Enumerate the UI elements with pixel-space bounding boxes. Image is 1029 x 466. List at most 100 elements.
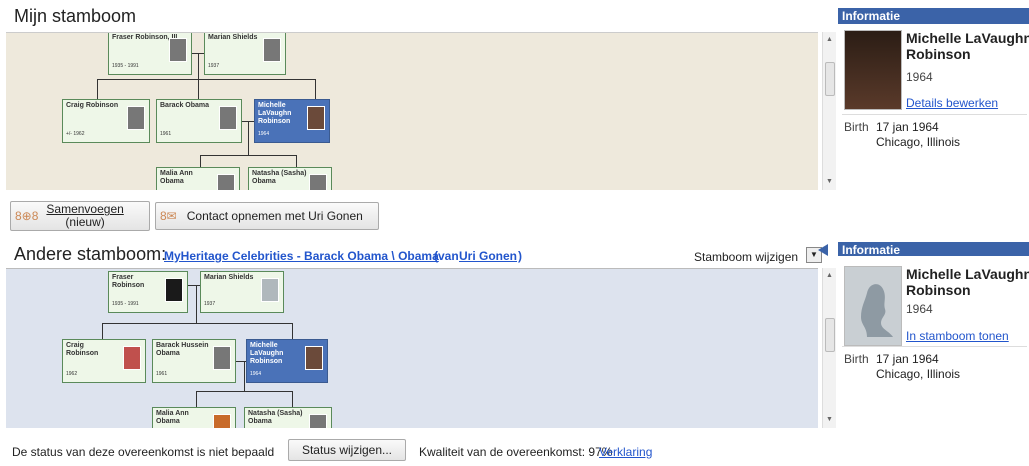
- my-tree-canvas[interactable]: Fraser Robinson, III 1935 - 1991 Marian …: [6, 32, 818, 190]
- contact-label: Contact opnemen met Uri Gonen: [186, 209, 363, 223]
- person-dates: 1961: [156, 371, 168, 377]
- bottom-info-scrollbar[interactable]: ▲ ▼: [822, 268, 836, 428]
- person-dates: 1964: [258, 131, 270, 137]
- person-name: Malia Ann Obama: [160, 170, 193, 185]
- person-dates: 1937: [208, 63, 220, 69]
- info-photo-placeholder: [844, 266, 902, 346]
- contact-icon: 8✉: [160, 209, 177, 223]
- change-status-button[interactable]: Status wijzigen...: [288, 439, 406, 461]
- info-header: Informatie: [838, 242, 1029, 257]
- tree-connector: [196, 285, 197, 323]
- birth-date: 17 jan 1964: [876, 120, 939, 134]
- top-info-panel: Informatie Michelle LaVaughn Robinson 19…: [838, 8, 1029, 190]
- tree-connector: [315, 79, 316, 99]
- person-name: Natasha (Sasha) Obama: [252, 170, 307, 185]
- person-photo: [213, 414, 231, 428]
- van-open: (van: [434, 249, 459, 263]
- tree-connector: [248, 121, 249, 155]
- tree-connector: [97, 79, 98, 99]
- scroll-down-icon[interactable]: ▼: [826, 416, 833, 423]
- person-photo: [127, 106, 145, 130]
- person-card[interactable]: Malia Ann Obama: [156, 167, 240, 190]
- person-photo: [217, 174, 235, 190]
- person-card-selected[interactable]: Michelle LaVaughn Robinson 1964: [254, 99, 330, 143]
- change-tree-label[interactable]: Stamboom wijzigen: [694, 250, 798, 264]
- person-card[interactable]: Malia Ann Obama: [152, 407, 236, 428]
- person-dates: 1962: [66, 371, 78, 377]
- status-text: De status van deze overeenkomst is niet …: [12, 445, 275, 459]
- tree-connector: [102, 323, 292, 324]
- person-photo: [219, 106, 237, 130]
- scroll-up-icon[interactable]: ▲: [826, 36, 833, 43]
- person-photo: [305, 346, 323, 370]
- van-close: ): [518, 249, 522, 263]
- person-name: Michelle LaVaughn Robinson: [250, 342, 284, 365]
- merge-label-line2: (nieuw): [65, 215, 105, 229]
- merge-button[interactable]: 8⊕8 Samenvoegen (nieuw): [10, 201, 150, 231]
- person-card[interactable]: Fraser Robinson 1935 - 1991: [108, 271, 188, 313]
- info-name: Michelle LaVaughn Robinson: [906, 30, 1029, 62]
- person-photo: [263, 38, 281, 62]
- person-name: Craig Robinson: [66, 342, 99, 357]
- other-tree-title: Andere stamboom:: [14, 244, 167, 264]
- person-dates: 1935 - 1991: [112, 63, 139, 69]
- owner-link[interactable]: Uri Gonen: [459, 249, 517, 263]
- person-photo: [309, 174, 327, 190]
- person-card[interactable]: Natasha (Sasha) Obama: [248, 167, 332, 190]
- tree-connector: [296, 155, 297, 167]
- info-photo: [844, 30, 902, 110]
- scroll-up-icon[interactable]: ▲: [826, 272, 833, 279]
- merge-icon: 8⊕8: [15, 209, 39, 223]
- info-header: Informatie: [838, 8, 1029, 24]
- person-photo: [309, 414, 327, 428]
- person-dates: 1964: [250, 371, 262, 377]
- birth-label: Birth: [844, 352, 869, 366]
- tree-connector: [292, 323, 293, 339]
- person-card[interactable]: Craig Robinson 1962: [62, 339, 146, 383]
- person-name: Barack Hussein Obama: [156, 342, 209, 357]
- my-tree-title: Mijn stamboom: [14, 6, 137, 26]
- person-card[interactable]: Fraser Robinson, III 1935 - 1991: [108, 33, 192, 75]
- show-in-tree-link[interactable]: In stamboom tonen: [906, 329, 1009, 343]
- tree-connector: [292, 391, 293, 407]
- birth-label: Birth: [844, 120, 869, 134]
- bottom-info-panel: Informatie Michelle LaVaughn Robinson 19…: [818, 242, 1029, 428]
- person-card[interactable]: Barack Obama 1961: [156, 99, 242, 143]
- person-name: Malia Ann Obama: [156, 410, 189, 425]
- match-quality: Kwaliteit van de overeenkomst: 97%: [419, 445, 613, 459]
- other-tree-link[interactable]: MyHeritage Celebrities - Barack Obama \ …: [164, 249, 439, 263]
- info-year: 1964: [906, 302, 933, 316]
- other-tree-canvas[interactable]: Fraser Robinson 1935 - 1991 Marian Shiel…: [6, 268, 818, 428]
- person-photo: [307, 106, 325, 130]
- explanation-link[interactable]: Verklaring: [599, 445, 652, 459]
- person-card[interactable]: Natasha (Sasha) Obama: [244, 407, 332, 428]
- birth-date: 17 jan 1964: [876, 352, 939, 366]
- person-card-selected[interactable]: Michelle LaVaughn Robinson 1964: [246, 339, 328, 383]
- person-card[interactable]: Marian Shields 1937: [204, 33, 286, 75]
- person-photo: [165, 278, 183, 302]
- person-photo: [123, 346, 141, 370]
- info-year: 1964: [906, 70, 933, 84]
- silhouette-icon: [861, 284, 893, 337]
- scroll-down-icon[interactable]: ▼: [826, 178, 833, 185]
- person-photo: [261, 278, 279, 302]
- contact-button[interactable]: 8✉ Contact opnemen met Uri Gonen: [155, 202, 379, 230]
- person-dates: 1961: [160, 131, 172, 137]
- tree-connector: [196, 391, 292, 392]
- change-status-label: Status wijzigen...: [301, 443, 393, 457]
- person-photo: [213, 346, 231, 370]
- tree-connector: [196, 391, 197, 407]
- person-card[interactable]: Craig Robinson +/- 1962: [62, 99, 150, 143]
- edit-details-link[interactable]: Details bewerken: [906, 96, 998, 110]
- person-name: Michelle LaVaughn Robinson: [258, 102, 292, 125]
- tree-connector: [198, 53, 199, 99]
- person-card[interactable]: Marian Shields 1937: [200, 271, 284, 313]
- scroll-thumb[interactable]: [825, 62, 835, 96]
- scroll-thumb[interactable]: [825, 318, 835, 352]
- person-photo: [169, 38, 187, 62]
- top-info-scrollbar[interactable]: ▲ ▼: [822, 32, 836, 190]
- merge-label: Samenvoegen (nieuw): [46, 203, 123, 229]
- tree-connector: [102, 323, 103, 339]
- tree-connector: [244, 361, 245, 391]
- person-card[interactable]: Barack Hussein Obama 1961: [152, 339, 236, 383]
